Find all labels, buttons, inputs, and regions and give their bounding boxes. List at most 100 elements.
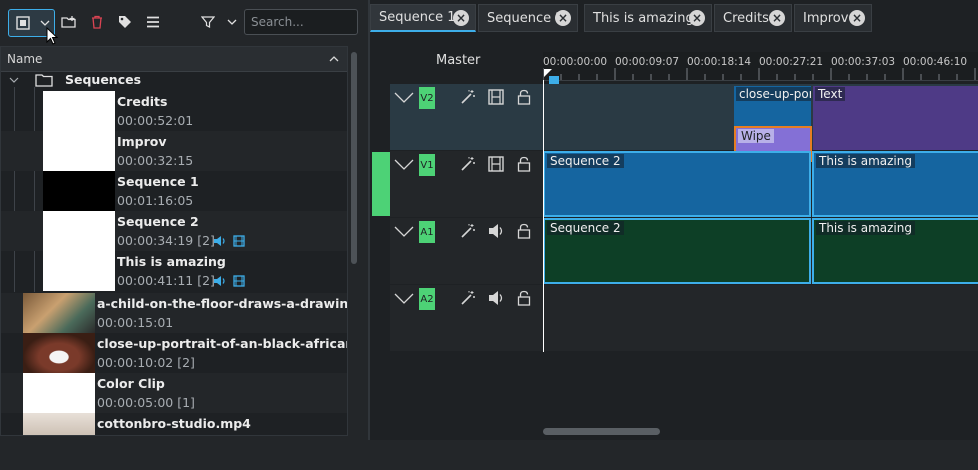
list-item[interactable]: Credits 00:00:52:01 [1,91,347,131]
track-name-v2[interactable]: V2 [419,87,435,109]
chevron-down-icon [227,19,237,25]
tab-sequence-2[interactable]: Sequence 2 × [478,4,578,32]
film-icon[interactable] [488,89,504,105]
ruler-tick-label: 00:00:00:00 [543,56,608,68]
clip-duration: 00:00:34:19 [2] [117,233,215,248]
column-header-name[interactable]: Name [1,47,347,72]
close-icon[interactable]: × [849,10,865,26]
collapse-chevron-icon[interactable] [394,293,414,305]
chevron-down-icon[interactable] [9,77,19,83]
speaker-icon[interactable] [488,290,506,306]
clip-label: This is amazing [816,154,915,168]
timeline-horizontal-scrollbar[interactable] [543,428,660,435]
collapse-chevron-icon[interactable] [394,92,414,104]
active-track-indicator [372,152,390,216]
thumbnail [23,373,95,413]
clip-name: Improv [117,134,167,149]
clip-label: Text [815,87,846,101]
add-folder-button[interactable] [58,9,80,35]
tab-label: Credits [723,10,769,26]
filter-icon [201,16,215,28]
close-icon[interactable]: × [769,10,785,26]
speaker-icon[interactable] [488,223,506,239]
folder-row-sequences[interactable]: Sequences [1,71,347,89]
project-bin: Name Sequences Credits 00:00:52:01 Impro… [0,0,368,440]
tab-this-is-amazing[interactable]: This is amazing × [584,4,712,32]
timeline-clip-audio-this-is-amazing[interactable]: This is amazing [812,218,978,284]
ruler-tick-label: 00:00:18:14 [687,56,752,68]
thumbnail [43,131,115,171]
magic-wand-icon[interactable] [460,89,476,105]
clip-name: This is amazing [117,254,226,269]
sort-ascending-icon [329,56,339,62]
video-icon [233,235,245,247]
magic-wand-icon[interactable] [460,223,476,239]
thumbnail [23,333,95,373]
lock-icon[interactable] [517,223,531,239]
clip-duration: 00:00:52:01 [117,113,194,128]
bin-scrollbar[interactable] [351,52,357,264]
filter-dropdown[interactable] [222,9,242,35]
track-lane-a2[interactable] [543,285,978,351]
lock-icon[interactable] [517,156,531,172]
column-label: Name [7,52,43,66]
audio-icon [214,236,225,246]
list-item[interactable]: This is amazing 00:00:41:11 [2] [1,251,347,291]
master-label[interactable]: Master [436,53,480,68]
close-icon[interactable]: × [689,10,705,26]
clip-name: Credits [117,94,168,109]
magic-wand-icon[interactable] [460,156,476,172]
timeline-clip-portrait[interactable]: close-up-portrait-of [734,86,811,126]
track-name-a2[interactable]: A2 [419,288,435,310]
playhead[interactable] [543,80,544,352]
close-icon[interactable]: × [555,10,571,26]
collapse-chevron-icon[interactable] [394,159,414,171]
timeline-clip-sequence-2[interactable]: Sequence 2 [543,151,811,217]
magic-wand-icon[interactable] [460,290,476,306]
view-mode-button[interactable] [8,9,38,37]
delete-button[interactable] [86,9,108,35]
film-icon[interactable] [488,156,504,172]
list-item[interactable]: Improv 00:00:32:15 [1,131,347,171]
menu-button[interactable] [142,9,164,35]
lock-icon[interactable] [517,290,531,306]
filter-button[interactable] [198,9,218,35]
tab-improv[interactable]: Improv × [794,4,872,32]
track-name-v1[interactable]: V1 [419,154,435,176]
project-tree: Name Sequences Credits 00:00:52:01 Impro… [0,46,348,436]
clip-label: Wipe [738,129,774,143]
tab-credits[interactable]: Credits × [714,4,792,32]
tab-sequence-1[interactable]: Sequence 1 × [370,4,476,32]
list-item[interactable]: a-child-on-the-floor-draws-a-drawing-w 0… [1,293,347,333]
thumbnail [23,413,95,435]
ruler-tick-label: 00:00:46:10 [903,56,968,68]
video-icon [233,275,245,287]
ruler-ticks [543,68,976,80]
clip-duration: 00:00:05:00 [1] [97,395,195,410]
timeline-clip-audio-sequence-2[interactable]: Sequence 2 [543,218,811,284]
list-item[interactable]: close-up-portrait-of-an-black-african-a … [1,333,347,373]
thumbnail [43,91,115,131]
clip-duration: 00:00:10:02 [2] [97,355,195,370]
list-item[interactable]: Color Clip 00:00:05:00 [1] [1,373,347,413]
timeline-clip-text[interactable]: Text [813,86,978,150]
list-item[interactable]: Sequence 2 00:00:34:19 [2] [1,211,347,251]
zone-marker[interactable] [549,76,559,84]
folder-icon [35,74,53,87]
clip-name: Sequence 2 [117,214,199,229]
list-item[interactable]: cottonbro-studio.mp4 [1,413,347,435]
timeline-empty-area [370,352,978,440]
list-item[interactable]: Sequence 1 00:01:16:05 [1,171,347,211]
tab-label: Improv [803,10,849,26]
timeline-clip-this-is-amazing[interactable]: This is amazing [812,151,978,217]
clip-duration: 00:00:32:15 [117,153,194,168]
clip-label: Sequence 2 [547,154,624,168]
ruler-tick-label: 00:00:27:21 [759,56,824,68]
clip-duration: 00:01:16:05 [117,193,194,208]
tag-button[interactable] [114,9,136,35]
lock-icon[interactable] [517,89,531,105]
collapse-chevron-icon[interactable] [394,226,414,238]
close-icon[interactable]: × [453,10,469,26]
search-input[interactable] [244,9,358,35]
track-name-a1[interactable]: A1 [419,221,435,243]
